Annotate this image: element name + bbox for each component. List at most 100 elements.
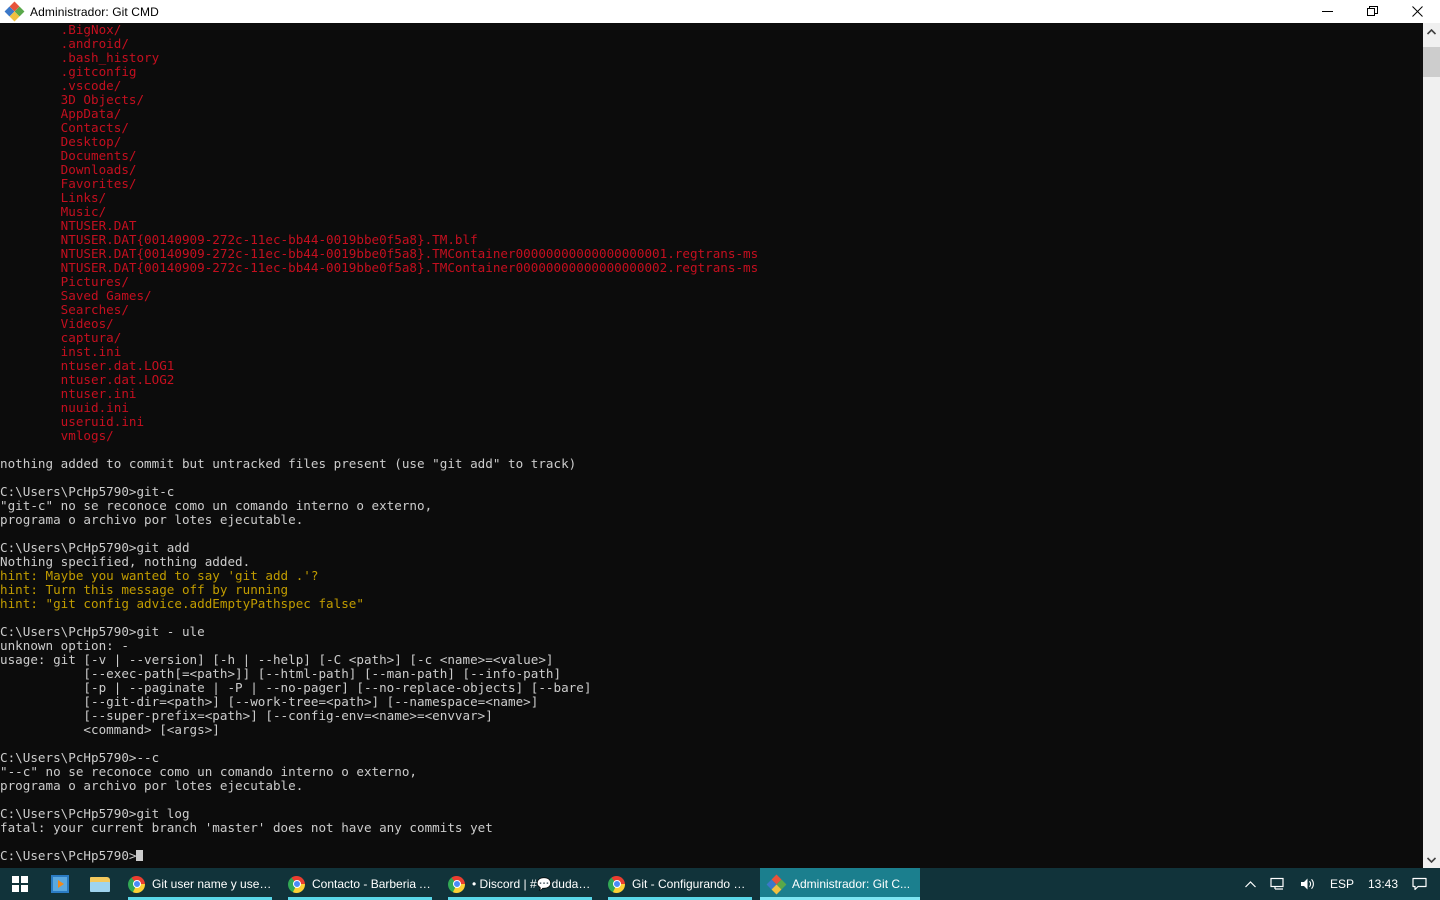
taskbar-item[interactable]: Git - Configurando Gi... bbox=[600, 868, 760, 900]
volume-icon[interactable] bbox=[1293, 868, 1323, 900]
taskbar-item[interactable]: • Discord | #💬dudas... bbox=[440, 868, 600, 900]
terminal-line: Nothing specified, nothing added. bbox=[0, 554, 251, 569]
terminal-line: ntuser.dat.LOG2 bbox=[0, 372, 175, 387]
terminal-cursor bbox=[136, 850, 144, 861]
clock[interactable]: 13:43 bbox=[1361, 868, 1405, 900]
terminal-line: C:\Users\PcHp5790>git-c bbox=[0, 484, 175, 499]
terminal-line: AppData/ bbox=[0, 106, 122, 121]
terminal-line: .vscode/ bbox=[0, 78, 122, 93]
taskbar-item-label: • Discord | #💬dudas... bbox=[472, 877, 592, 891]
terminal-line: Downloads/ bbox=[0, 162, 137, 177]
terminal-line: fatal: your current branch 'master' does… bbox=[0, 820, 493, 835]
terminal-line: Links/ bbox=[0, 190, 107, 205]
terminal-line: useruid.ini bbox=[0, 414, 145, 429]
terminal-line: Pictures/ bbox=[0, 274, 129, 289]
terminal-line: .bash_history bbox=[0, 50, 160, 65]
terminal-line: [--git-dir=<path>] [--work-tree=<path>] … bbox=[0, 694, 539, 709]
network-icon[interactable] bbox=[1263, 868, 1293, 900]
file-explorer-icon[interactable] bbox=[80, 868, 120, 900]
terminal-line: captura/ bbox=[0, 330, 122, 345]
start-button[interactable] bbox=[0, 868, 40, 900]
windows-taskbar: Git user name y user ... Contacto - Barbe… bbox=[0, 868, 1440, 900]
terminal-line: [--exec-path[=<path>]] [--html-path] [--… bbox=[0, 666, 562, 681]
terminal-line: inst.ini bbox=[0, 344, 122, 359]
terminal-line: "--c" no se reconoce como un comando int… bbox=[0, 764, 418, 779]
git-cmd-window: Administrador: Git CMD .BigNox/ .android… bbox=[0, 0, 1440, 868]
taskbar-item[interactable]: Administrador: Git C... bbox=[760, 868, 920, 900]
scroll-down-icon[interactable] bbox=[1423, 851, 1440, 868]
terminal-line: "git-c" no se reconoce como un comando i… bbox=[0, 498, 433, 513]
terminal-line: .gitconfig bbox=[0, 64, 137, 79]
terminal-line: .android/ bbox=[0, 36, 129, 51]
terminal-line: vmlogs/ bbox=[0, 428, 114, 443]
window-title: Administrador: Git CMD bbox=[30, 4, 159, 19]
terminal-line: C:\Users\PcHp5790>git - ule bbox=[0, 624, 205, 639]
chrome-icon bbox=[448, 875, 465, 893]
terminal-line: Contacts/ bbox=[0, 120, 129, 135]
terminal-line: Favorites/ bbox=[0, 176, 137, 191]
notification-icon[interactable] bbox=[1405, 868, 1434, 900]
system-tray: ESP 13:43 bbox=[1238, 868, 1440, 900]
git-diamond-icon bbox=[4, 1, 25, 22]
terminal-line: C:\Users\PcHp5790>git log bbox=[0, 806, 190, 821]
taskbar-item-label: Administrador: Git C... bbox=[792, 877, 911, 891]
terminal-line: Videos/ bbox=[0, 316, 114, 331]
terminal-line: hint: Turn this message off by running bbox=[0, 582, 289, 597]
taskbar-items: Git user name y user ... Contacto - Barbe… bbox=[120, 868, 920, 900]
terminal-line: programa o archivo por lotes ejecutable. bbox=[0, 512, 304, 527]
git-diamond-icon bbox=[766, 874, 787, 894]
terminal-line: ntuser.ini bbox=[0, 386, 137, 401]
taskbar-item-label: Contacto - Barberia A... bbox=[312, 877, 432, 891]
restore-button[interactable] bbox=[1350, 0, 1395, 23]
chevron-up-icon[interactable] bbox=[1238, 868, 1263, 900]
close-button[interactable] bbox=[1395, 0, 1440, 23]
chrome-icon bbox=[288, 875, 305, 893]
chrome-icon bbox=[608, 875, 625, 893]
terminal-line: Desktop/ bbox=[0, 134, 122, 149]
window-controls bbox=[1305, 0, 1440, 23]
language-indicator[interactable]: ESP bbox=[1323, 868, 1361, 900]
scrollbar-thumb[interactable] bbox=[1423, 47, 1440, 77]
terminal-line: Saved Games/ bbox=[0, 288, 152, 303]
taskbar-item-label: Git user name y user ... bbox=[152, 877, 272, 891]
terminal-line: hint: Maybe you wanted to say 'git add .… bbox=[0, 568, 319, 583]
windows-logo-icon bbox=[12, 876, 28, 892]
terminal-line: .BigNox/ bbox=[0, 23, 122, 37]
terminal-line: Documents/ bbox=[0, 148, 137, 163]
terminal-line: Music/ bbox=[0, 204, 107, 219]
terminal-line: NTUSER.DAT{00140909-272c-11ec-bb44-0019b… bbox=[0, 260, 759, 275]
scroll-up-icon[interactable] bbox=[1423, 23, 1440, 40]
terminal-line: 3D Objects/ bbox=[0, 92, 145, 107]
terminal-scrollbar[interactable] bbox=[1423, 23, 1440, 868]
terminal-line: NTUSER.DAT bbox=[0, 218, 137, 233]
media-player-icon[interactable] bbox=[40, 868, 80, 900]
terminal-line: [-p | --paginate | -P | --no-pager] [--n… bbox=[0, 680, 592, 695]
terminal-line: C:\Users\PcHp5790>--c bbox=[0, 750, 160, 765]
terminal-output-area[interactable]: .BigNox/ .android/ .bash_history .gitcon… bbox=[0, 23, 1423, 868]
terminal-line: unknown option: - bbox=[0, 638, 129, 653]
terminal-line: NTUSER.DAT{00140909-272c-11ec-bb44-0019b… bbox=[0, 232, 478, 247]
terminal-line: programa o archivo por lotes ejecutable. bbox=[0, 778, 304, 793]
minimize-button[interactable] bbox=[1305, 0, 1350, 23]
terminal-line: NTUSER.DAT{00140909-272c-11ec-bb44-0019b… bbox=[0, 246, 759, 261]
terminal-text: .BigNox/ .android/ .bash_history .gitcon… bbox=[0, 23, 758, 863]
taskbar-item[interactable]: Git user name y user ... bbox=[120, 868, 280, 900]
taskbar-item[interactable]: Contacto - Barberia A... bbox=[280, 868, 440, 900]
terminal-line: hint: "git config advice.addEmptyPathspe… bbox=[0, 596, 364, 611]
terminal-line: Searches/ bbox=[0, 302, 129, 317]
terminal-line: nothing added to commit but untracked fi… bbox=[0, 456, 577, 471]
window-titlebar[interactable]: Administrador: Git CMD bbox=[0, 0, 1440, 23]
terminal-line: [--super-prefix=<path>] [--config-env=<n… bbox=[0, 708, 493, 723]
terminal-line: C:\Users\PcHp5790>git add bbox=[0, 540, 190, 555]
terminal-line: C:\Users\PcHp5790> bbox=[0, 849, 758, 863]
chrome-icon bbox=[128, 875, 145, 893]
terminal-line: <command> [<args>] bbox=[0, 722, 220, 737]
terminal-line: ntuser.dat.LOG1 bbox=[0, 358, 175, 373]
taskbar-item-label: Git - Configurando Gi... bbox=[632, 877, 752, 891]
